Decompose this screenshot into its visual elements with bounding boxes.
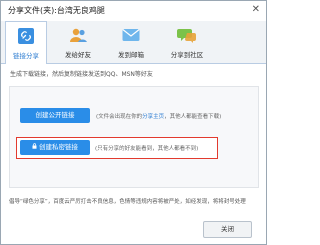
share-tabs: 链接分享 发给好友 发到邮箱 分享到社区	[1, 21, 266, 64]
intro-text: 生成下载链接，然后复制链接发送到QQ、MSN等好友	[10, 71, 153, 78]
public-hint-before: (文件会出现在你的	[96, 114, 143, 120]
users-icon	[70, 28, 87, 42]
create-private-link-button[interactable]: 创建私密链接	[20, 140, 90, 155]
dialog-title: 分享文件(夹):台湾无良鸡腿	[8, 6, 105, 15]
close-icon[interactable]: ✕	[252, 3, 260, 17]
public-link-hint: (文件会出现在你的分享主页，其他人都能查看下载)	[96, 112, 221, 120]
private-link-highlight: 创建私密链接 (只有分享的好友能看到，其他人都看不到)	[16, 137, 218, 159]
tab-share-community[interactable]: 分享到社区	[164, 21, 210, 63]
link-options-panel: 创建公开链接 (文件会出现在你的分享主页，其他人都能查看下载) 创建私密链接 (…	[9, 86, 259, 188]
lock-icon	[32, 140, 37, 155]
private-link-hint: (只有分享的好友能看到，其他人都看不到)	[95, 146, 199, 152]
public-hint-after: ，其他人都能查看下载)	[164, 114, 222, 120]
private-link-label: 创建私密链接	[39, 143, 78, 151]
tab-send-email[interactable]: 发到邮箱	[111, 21, 151, 63]
close-button[interactable]: 关闭	[203, 221, 252, 238]
footer-notice: 倡导“绿色分享”，百度云严厉打击不良信息，色情等违规内容将被严处，如经发现，将将…	[9, 199, 246, 205]
tab-share-community-label: 分享到社区	[170, 51, 204, 59]
mail-icon	[122, 29, 140, 41]
tab-send-friends-label: 发给好友	[65, 51, 91, 59]
link-icon	[18, 28, 34, 44]
share-homepage-link[interactable]: 分享主页	[142, 114, 164, 120]
create-public-link-button[interactable]: 创建公开链接	[20, 108, 90, 123]
title-bar: 分享文件(夹):台湾无良鸡腿 ✕	[1, 1, 266, 21]
tab-link-share-label: 链接分享	[13, 52, 39, 60]
community-icon	[177, 29, 196, 43]
tab-send-friends[interactable]: 发给好友	[58, 21, 98, 63]
tab-link-share[interactable]: 链接分享	[5, 21, 47, 64]
tab-send-email-label: 发到邮箱	[118, 51, 144, 59]
share-dialog: 分享文件(夹):台湾无良鸡腿 ✕ 链接分享 发给好友 发到邮箱 分享到社区 生成…	[0, 0, 267, 245]
